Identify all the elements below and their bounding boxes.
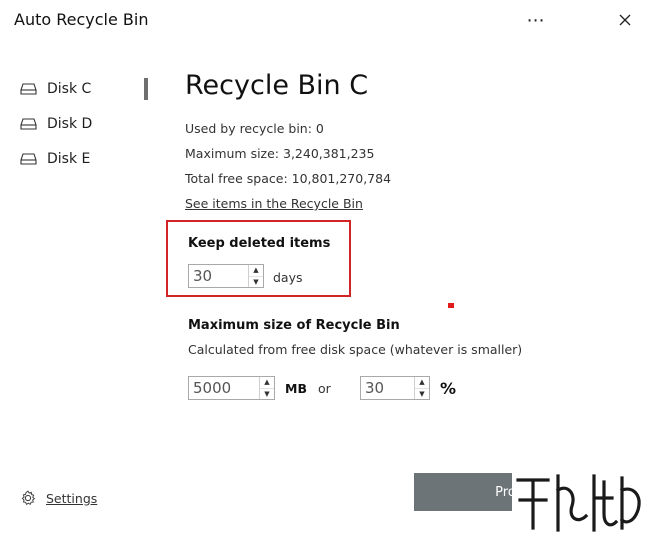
max-mb-stepper[interactable]: 5000 ▲ ▼ [188, 376, 275, 400]
used-by-recycle-bin: Used by recycle bin: 0 [185, 121, 324, 136]
increment-icon[interactable]: ▲ [415, 377, 429, 389]
decrement-icon[interactable]: ▼ [415, 389, 429, 400]
sidebar-item-disk-d[interactable]: Disk D [20, 113, 92, 135]
max-mb-value: 5000 [193, 379, 232, 397]
mb-unit-label: MB [285, 381, 307, 396]
sidebar-item-disk-c[interactable]: Disk C [20, 78, 91, 100]
total-free-space: Total free space: 10,801,270,784 [185, 171, 392, 186]
maxsize-title: Maximum size of Recycle Bin [188, 318, 400, 333]
close-icon [619, 14, 631, 26]
days-label: days [273, 270, 303, 285]
disk-icon [20, 118, 37, 130]
settings-label: Settings [46, 490, 98, 506]
sidebar-item-label: Disk C [47, 81, 92, 97]
gear-icon [21, 490, 36, 506]
max-percent-value: 30 [365, 379, 385, 397]
disk-icon [20, 83, 37, 95]
disk-icon [20, 153, 37, 165]
watermark-logo [512, 466, 648, 539]
sidebar-item-label: Disk D [47, 116, 93, 132]
sidebar-item-label: Disk E [47, 151, 91, 167]
maxsize-subtitle: Calculated from free disk space (whateve… [188, 342, 523, 357]
page-title: Recycle Bin C [185, 70, 369, 101]
keep-days-value: 30 [193, 267, 213, 285]
increment-icon[interactable]: ▲ [249, 265, 263, 277]
more-options-button[interactable]: ⋯ [522, 8, 550, 32]
red-marker [448, 303, 454, 308]
close-button[interactable] [611, 8, 639, 32]
percent-unit-label: % [440, 379, 457, 398]
increment-icon[interactable]: ▲ [260, 377, 274, 389]
max-percent-stepper[interactable]: 30 ▲ ▼ [360, 376, 430, 400]
keep-title: Keep deleted items [188, 236, 331, 251]
keep-days-stepper[interactable]: 30 ▲ ▼ [188, 264, 264, 288]
sidebar-item-disk-e[interactable]: Disk E [20, 148, 90, 170]
see-items-link[interactable]: See items in the Recycle Bin [185, 196, 363, 211]
or-label: or [318, 381, 331, 396]
settings-link[interactable]: Settings [20, 490, 97, 506]
decrement-icon[interactable]: ▼ [260, 389, 274, 400]
window-title: Auto Recycle Bin [14, 10, 149, 29]
decrement-icon[interactable]: ▼ [249, 277, 263, 288]
maximum-size: Maximum size: 3,240,381,235 [185, 146, 375, 161]
selected-indicator [144, 78, 148, 100]
